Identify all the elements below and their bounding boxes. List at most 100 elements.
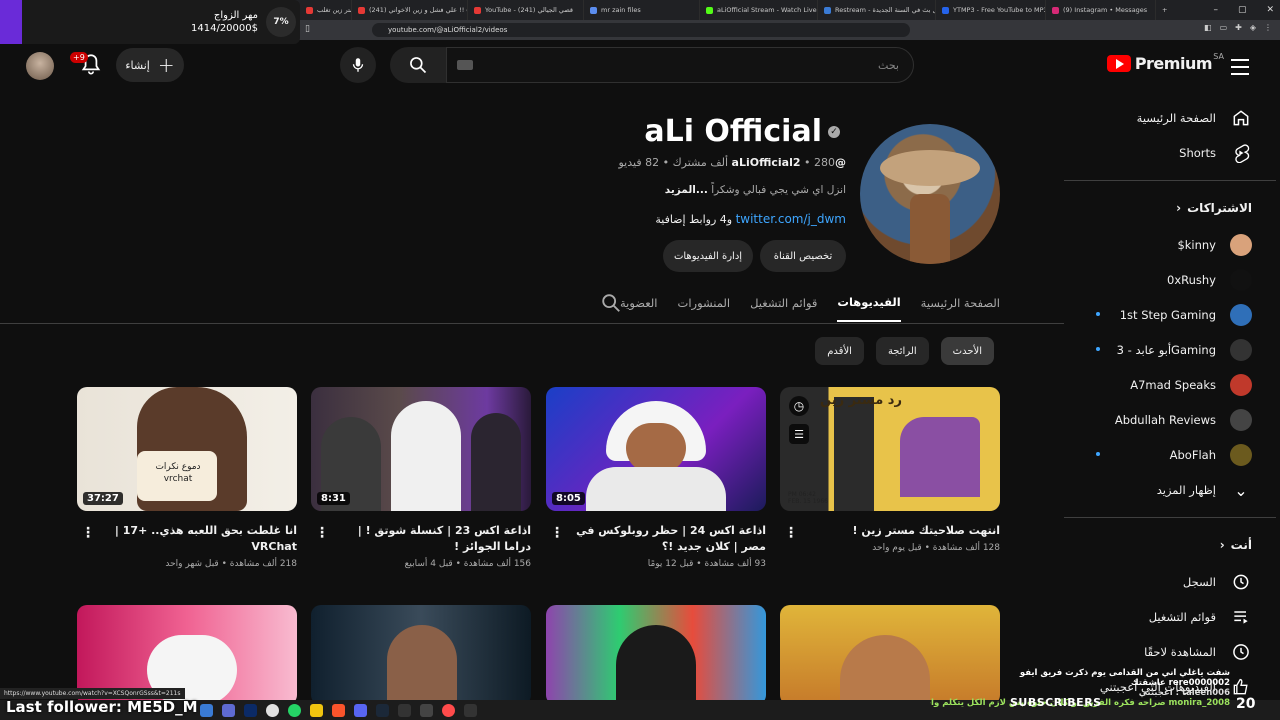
manage-videos-button[interactable]: إدارة الفيديوهات <box>663 240 753 272</box>
extension-icon[interactable]: ✚ <box>1235 23 1242 32</box>
twitter-link[interactable]: twitter.com/j_dwm <box>736 212 846 226</box>
sidebar-item-subscription[interactable]: A7mad Speaks <box>1064 367 1280 402</box>
channel-avatar-icon <box>1230 269 1252 291</box>
more-options-icon[interactable]: ⋮ <box>550 525 564 541</box>
chrome-icon[interactable] <box>266 703 279 717</box>
channel-description[interactable]: انزل اي شي يجي فبالي وشكراً ...المزيد <box>665 184 846 196</box>
split-view-icon[interactable]: ▭ <box>1220 23 1228 32</box>
video-thumbnail[interactable]: 8:05 <box>546 387 766 511</box>
folder-icon[interactable] <box>310 703 323 717</box>
hamburger-menu-icon[interactable] <box>1228 54 1252 78</box>
video-title[interactable]: انا غلطت بحق اللعبه هذي.. +17 | VRChat <box>77 523 297 555</box>
add-to-queue-icon[interactable]: ☰ <box>789 424 809 444</box>
tab-membership[interactable]: العضوية <box>620 284 658 322</box>
url-field[interactable]: youtube.com/@aLiOfficial2/videos <box>372 23 910 37</box>
more-options-icon[interactable]: ⋮ <box>315 525 329 541</box>
more-options-icon[interactable]: ⋮ <box>81 525 95 541</box>
channel-avatar[interactable] <box>860 124 1000 264</box>
keyboard-icon[interactable] <box>457 60 473 70</box>
maximize-icon[interactable]: ▢ <box>1238 5 1247 15</box>
goal-title: مهر الزواج <box>213 10 258 21</box>
sidebar-item-subscription[interactable]: Abdullah Reviews <box>1064 402 1280 437</box>
tab-home[interactable]: الصفحة الرئيسية <box>921 284 1000 322</box>
sidebar-item-subscription[interactable]: أبو عابد - 3Gaming <box>1064 332 1280 367</box>
minimize-icon[interactable]: – <box>1213 5 1218 15</box>
shield-icon[interactable]: ◈ <box>1250 23 1256 32</box>
watch-later-icon[interactable]: ◷ <box>789 396 809 416</box>
video-card[interactable] <box>311 605 531 705</box>
show-more-button[interactable]: إظهار المزيد ⌄ <box>1064 472 1280 507</box>
search-button[interactable] <box>390 47 446 83</box>
sidebar-item-watch-later[interactable]: المشاهدة لاحقًا <box>1064 634 1280 669</box>
sidebar-item-history[interactable]: السجل <box>1064 564 1280 599</box>
video-thumbnail[interactable]: رد مستر زين PM 06:42 FEB. 15 1966 ◷ ☰ <box>780 387 1000 511</box>
discord-icon[interactable] <box>354 703 367 717</box>
app-icon[interactable] <box>464 703 477 717</box>
subscriptions-header[interactable]: › الاشتراكات <box>1064 189 1280 227</box>
edge-icon[interactable] <box>200 703 213 717</box>
sidebar-item-shorts[interactable]: Shorts <box>1064 135 1280 170</box>
goal-progress-bar <box>0 0 22 44</box>
video-thumbnail[interactable] <box>546 605 766 705</box>
video-meta: 128 ألف مشاهدة • قبل يوم واحد <box>872 543 1000 553</box>
app-icon[interactable] <box>398 703 411 717</box>
tab-playlists[interactable]: قوائم التشغيل <box>750 284 817 322</box>
chip-latest[interactable]: الأحدث <box>940 337 994 365</box>
sidebar-item-home[interactable]: الصفحة الرئيسية <box>1064 100 1280 135</box>
menu-dots-icon[interactable]: ⋮ <box>1264 23 1272 32</box>
browser-tab[interactable]: (9) Instagram • Messages <box>1046 0 1156 20</box>
extension-icon[interactable]: ◧ <box>1204 23 1212 32</box>
chip-oldest[interactable]: الأقدم <box>815 337 864 365</box>
youtube-premium-logo[interactable]: Premium SA <box>1106 52 1224 73</box>
close-window-icon[interactable]: ✕ <box>1266 5 1274 15</box>
video-title[interactable]: اذاعة اكس 24 | حظر روبلوكس في مصر | كلان… <box>546 523 766 555</box>
sidebar-item-subscription[interactable]: AboFlah <box>1064 437 1280 472</box>
sidebar-item-subscription[interactable]: 0xRushy <box>1064 262 1280 297</box>
app-icon[interactable] <box>420 703 433 717</box>
browser-tab[interactable]: mr zain files <box>584 0 700 20</box>
new-tab-button[interactable]: + <box>1156 0 1173 20</box>
video-title[interactable]: اذاعة اكس 23 | كنسلة شوتق ! | دراما الجو… <box>311 523 531 555</box>
premiere-icon[interactable] <box>244 703 257 717</box>
video-card[interactable] <box>546 605 766 705</box>
browser-tab[interactable]: YouTube - (241) قصي الجيالي <box>468 0 584 20</box>
tab-videos[interactable]: الفيديوهات <box>837 284 901 322</box>
video-title[interactable]: انتهت صلاحيتك مستر زين ! <box>780 523 1000 539</box>
steam-icon[interactable] <box>376 703 389 717</box>
new-content-dot <box>1096 312 1100 316</box>
chip-popular[interactable]: الرائجة <box>875 337 929 365</box>
channel-search-icon[interactable] <box>600 292 622 314</box>
sidebar-item-subscription[interactable]: $kinny <box>1064 227 1280 262</box>
tab-posts[interactable]: المنشورات <box>678 284 731 322</box>
brave-icon[interactable] <box>332 703 345 717</box>
more-link[interactable]: ...المزيد <box>665 184 708 196</box>
voice-search-button[interactable] <box>340 47 376 83</box>
app-icon[interactable] <box>222 703 235 717</box>
user-avatar[interactable] <box>26 52 54 80</box>
video-thumbnail[interactable]: 8:31 <box>311 387 531 511</box>
customize-channel-button[interactable]: تخصيص القناة <box>760 240 846 272</box>
video-card[interactable]: دموع نكرات vrchat 37:27 ⋮ انا غلطت بحق ا… <box>77 387 297 569</box>
browser-tab[interactable]: YTMP3 - Free YouTube to MP3 Co <box>936 0 1046 20</box>
create-button[interactable]: إنشاء + <box>116 48 184 82</box>
browser-tab[interactable]: (241) علي فشل و زين الاخواني !! o× <box>352 0 468 20</box>
app-icon[interactable] <box>442 703 455 717</box>
video-card[interactable]: 8:31 ⋮ اذاعة اكس 23 | كنسلة شوتق ! | درا… <box>311 387 531 569</box>
last-follower-overlay: Last follower: ME5D_M <box>6 698 198 716</box>
bookmark-icon[interactable]: ▯ <box>305 24 310 34</box>
whatsapp-icon[interactable] <box>288 703 301 717</box>
thumb-shape <box>900 417 980 497</box>
video-thumbnail[interactable]: دموع نكرات vrchat 37:27 <box>77 387 297 511</box>
browser-tab[interactable]: aLiOfficial Stream - Watch Live on <box>700 0 818 20</box>
extra-links[interactable]: و4 روابط إضافية <box>655 213 732 226</box>
browser-tab[interactable]: Restream - اول بث في السنة الجديدة <box>818 0 936 20</box>
video-card[interactable]: رد مستر زين PM 06:42 FEB. 15 1966 ◷ ☰ ⋮ … <box>780 387 1000 553</box>
you-header[interactable]: › أنت <box>1064 526 1280 564</box>
more-options-icon[interactable]: ⋮ <box>784 525 798 541</box>
sidebar-item-playlists[interactable]: قوائم التشغيل <box>1064 599 1280 634</box>
browser-tab[interactable]: مستر زين تغلب - YouTube <box>300 0 352 20</box>
video-card[interactable]: 8:05 ⋮ اذاعة اكس 24 | حظر روبلوكس في مصر… <box>546 387 766 569</box>
video-thumbnail[interactable] <box>311 605 531 705</box>
search-input[interactable]: بحث <box>446 47 914 83</box>
sidebar-item-subscription[interactable]: 1st Step Gaming <box>1064 297 1280 332</box>
